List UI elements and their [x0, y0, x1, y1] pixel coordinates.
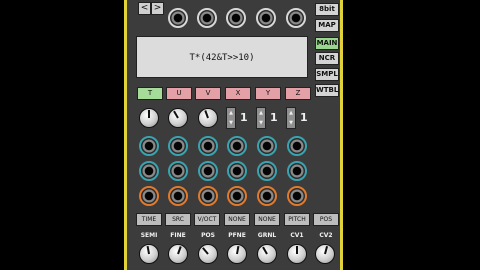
top-jack-2[interactable]	[197, 8, 217, 28]
tab-x[interactable]: X	[225, 87, 251, 100]
knob-label-fine: FINE	[170, 232, 186, 239]
param-knob-v[interactable]	[198, 108, 218, 128]
side-button-main[interactable]: MAIN	[315, 37, 339, 50]
stepper-x[interactable]: ▲ ▼	[226, 107, 236, 129]
tab-t[interactable]: T	[137, 87, 163, 100]
next-button[interactable]: >	[151, 2, 164, 15]
param-knob-t[interactable]	[139, 108, 159, 128]
top-jack-4[interactable]	[256, 8, 276, 28]
mode-button-none2[interactable]: NONE	[254, 213, 280, 226]
cv1-knob[interactable]	[287, 244, 307, 264]
cv-jack-u2[interactable]	[168, 161, 188, 181]
mode-button-pos[interactable]: POS	[313, 213, 339, 226]
tab-v[interactable]: V	[195, 87, 221, 100]
mode-button-voct[interactable]: V/OCT	[194, 213, 220, 226]
out-jack-v[interactable]	[198, 186, 218, 206]
cv-jack-v1[interactable]	[198, 136, 218, 156]
knob-label-pos: POS	[201, 232, 215, 239]
stepper-z[interactable]: ▲ ▼	[286, 107, 296, 129]
side-button-map[interactable]: MAP	[315, 19, 339, 32]
top-jack-3[interactable]	[226, 8, 246, 28]
knob-label-pfne: PFNE	[228, 232, 246, 239]
out-jack-z[interactable]	[287, 186, 307, 206]
top-jack-5[interactable]	[286, 8, 306, 28]
out-jack-x[interactable]	[227, 186, 247, 206]
out-jack-y[interactable]	[257, 186, 277, 206]
cv-jack-z2[interactable]	[287, 161, 307, 181]
tab-y[interactable]: Y	[255, 87, 281, 100]
mode-button-pitch[interactable]: PITCH	[284, 213, 310, 226]
semi-knob[interactable]	[139, 244, 159, 264]
grnl-knob[interactable]	[257, 244, 277, 264]
pos-knob[interactable]	[198, 244, 218, 264]
stepper-value-z: 1	[300, 111, 308, 124]
out-jack-t[interactable]	[139, 186, 159, 206]
side-button-wtbl[interactable]: WTBL	[315, 84, 339, 97]
cv-jack-x2[interactable]	[227, 161, 247, 181]
fine-knob[interactable]	[168, 244, 188, 264]
mode-button-none1[interactable]: NONE	[224, 213, 250, 226]
left-rail	[124, 0, 127, 270]
prev-button[interactable]: <	[138, 2, 151, 15]
knob-label-grnl: GRNL	[257, 232, 277, 239]
side-button-ncr[interactable]: NCR	[315, 52, 339, 65]
knob-label-cv1: CV1	[290, 232, 304, 239]
mode-button-time[interactable]: TIME	[136, 213, 162, 226]
cv-jack-v2[interactable]	[198, 161, 218, 181]
side-button-smpl[interactable]: SMPL	[315, 68, 339, 81]
cv-jack-u1[interactable]	[168, 136, 188, 156]
cv-jack-x1[interactable]	[227, 136, 247, 156]
stepper-y[interactable]: ▲ ▼	[256, 107, 266, 129]
cv-jack-z1[interactable]	[287, 136, 307, 156]
pfne-knob[interactable]	[227, 244, 247, 264]
knob-label-cv2: CV2	[319, 232, 333, 239]
knob-label-semi: SEMI	[140, 232, 158, 239]
right-rail	[340, 0, 343, 270]
cv-jack-t1[interactable]	[139, 136, 159, 156]
tab-z[interactable]: Z	[285, 87, 311, 100]
stepper-value-y: 1	[270, 111, 278, 124]
expression-display[interactable]: T*(42&T>>10)	[136, 36, 308, 78]
cv2-knob[interactable]	[315, 244, 335, 264]
cv-jack-t2[interactable]	[139, 161, 159, 181]
tab-u[interactable]: U	[166, 87, 192, 100]
top-jack-1[interactable]	[168, 8, 188, 28]
cv-jack-y2[interactable]	[257, 161, 277, 181]
stepper-value-x: 1	[240, 111, 248, 124]
param-knob-u[interactable]	[168, 108, 188, 128]
side-button-8bit[interactable]: 8bit	[315, 3, 339, 16]
out-jack-u[interactable]	[168, 186, 188, 206]
mode-button-src[interactable]: SRC	[165, 213, 191, 226]
cv-jack-y1[interactable]	[257, 136, 277, 156]
